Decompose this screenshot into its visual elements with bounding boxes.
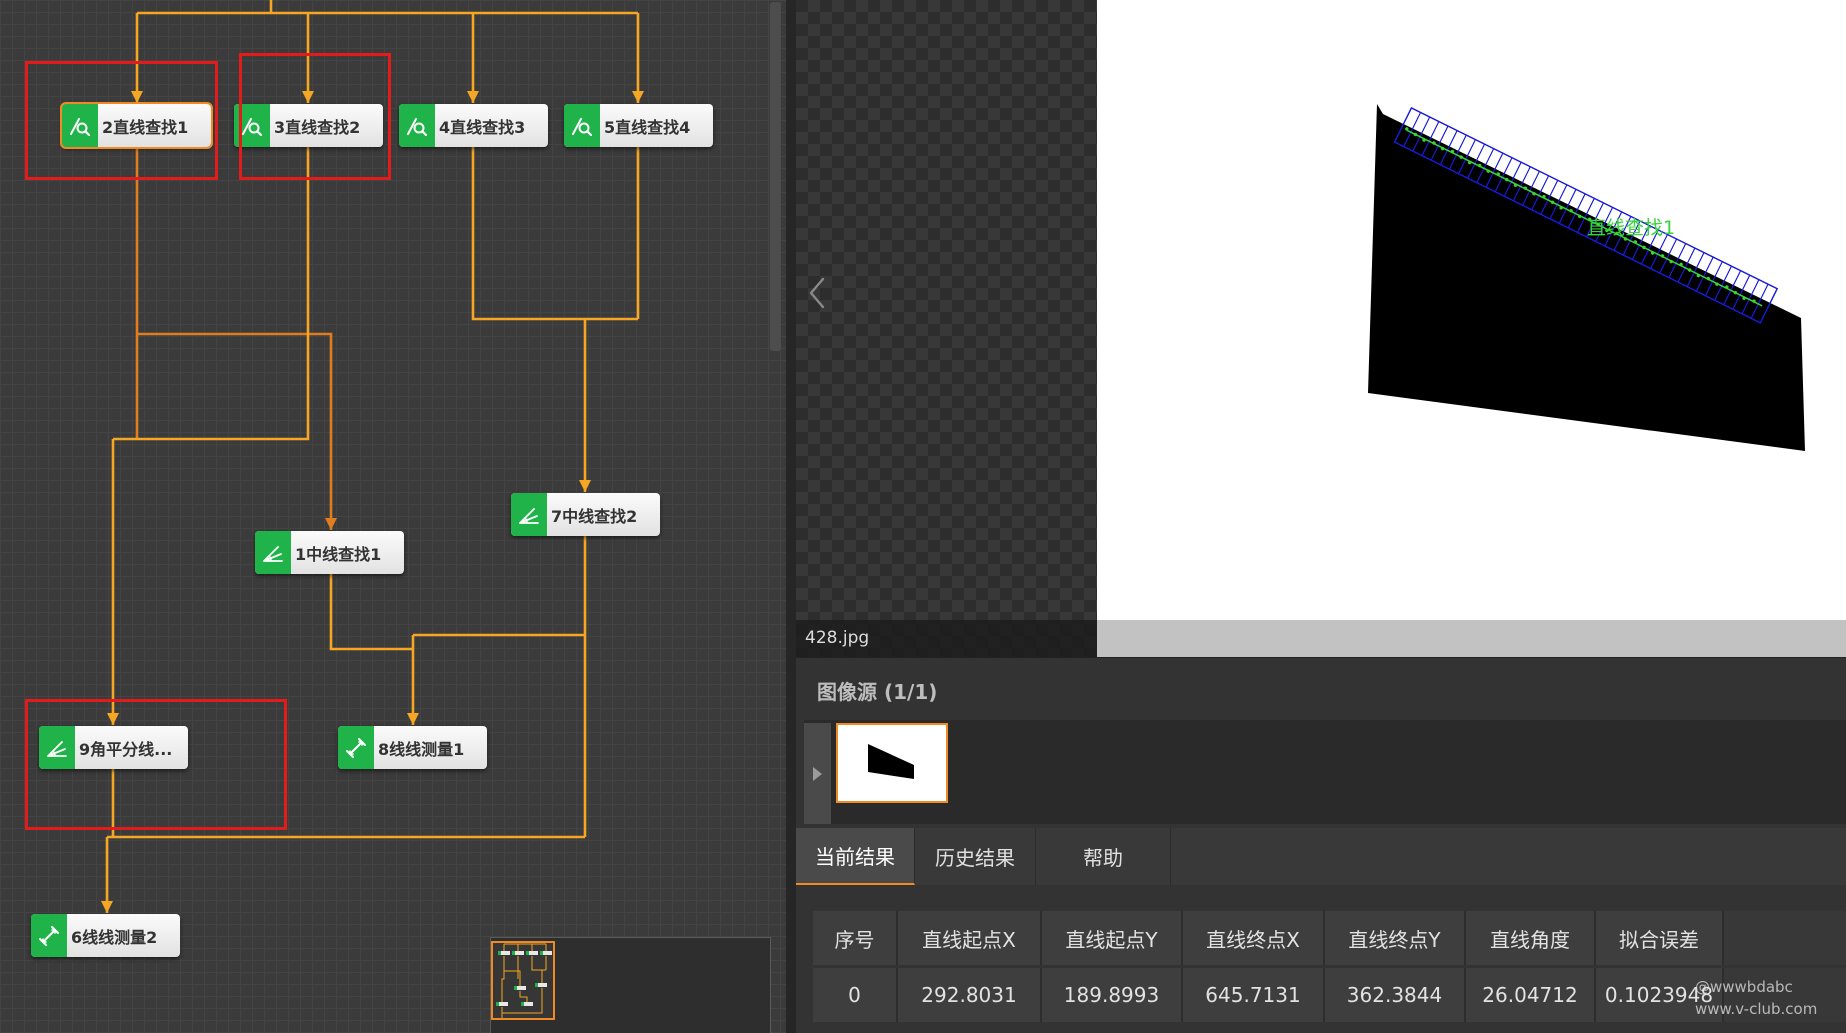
watermark-line-2: www.v-club.com — [1695, 1000, 1818, 1018]
table-cell: 362.3844 — [1325, 968, 1466, 1022]
angle-icon — [255, 531, 291, 574]
table-cell: 189.8993 — [1042, 968, 1183, 1022]
node-label: 5直线查找4 — [604, 117, 691, 137]
column-header[interactable]: 拟合误差 — [1596, 911, 1724, 965]
minimap-viewport[interactable] — [491, 941, 555, 1020]
node-label: 1中线查找1 — [295, 544, 382, 564]
image-canvas[interactable]: 直线查找1 — [1097, 0, 1846, 620]
minimap-preview — [496, 943, 552, 1018]
table-header-row: 序号 直线起点X 直线起点Y 直线终点X 直线终点Y 直线角度 拟合误差 — [813, 911, 1846, 965]
line-find-icon — [399, 104, 435, 147]
table-cell: 26.04712 — [1466, 968, 1596, 1022]
image-bottom-strip — [1097, 620, 1846, 657]
play-right-icon — [813, 767, 822, 781]
flow-canvas[interactable]: 2直线查找1 3直线查找2 4直线查找3 5直线查找4 7中线查找2 1中线查找… — [0, 0, 786, 1033]
node-label: 8线线测量1 — [378, 739, 465, 759]
measure-icon — [31, 914, 67, 957]
node-label: 7中线查找2 — [551, 506, 638, 526]
column-header[interactable]: 直线终点X — [1183, 911, 1325, 965]
table-cell: 0 — [813, 968, 898, 1022]
angle-icon — [511, 493, 547, 536]
flow-node-line-find-4[interactable]: 5直线查找4 — [564, 104, 713, 147]
flow-node-midline-find-1[interactable]: 1中线查找1 — [255, 531, 404, 574]
expand-strip-button[interactable] — [804, 723, 831, 824]
node-label: 4直线查找3 — [439, 117, 526, 137]
highlight-box — [25, 61, 218, 180]
flow-node-line-find-3[interactable]: 4直线查找3 — [399, 104, 548, 147]
tab-help[interactable]: 帮助 — [1036, 828, 1171, 885]
node-label: 6线线测量2 — [71, 927, 158, 947]
image-filename: 428.jpg — [796, 620, 1097, 657]
measure-icon — [338, 726, 374, 769]
tab-current-result[interactable]: 当前结果 — [796, 828, 915, 885]
image-viewer-background — [796, 0, 1097, 657]
column-header[interactable]: 直线起点X — [898, 911, 1042, 965]
highlight-box — [25, 699, 287, 830]
results-table: 序号 直线起点X 直线起点Y 直线终点X 直线终点Y 直线角度 拟合误差 0 2… — [813, 911, 1846, 1022]
flow-node-line-line-measure-1[interactable]: 8线线测量1 — [338, 726, 487, 769]
thumbnail-preview — [868, 744, 914, 779]
header-filler — [1724, 911, 1846, 965]
panel-splitter[interactable] — [786, 0, 796, 1033]
highlight-box — [239, 53, 391, 180]
image-source-title: 图像源 (1/1) — [817, 680, 938, 704]
watermark-line-1: @wwwbdabc — [1695, 978, 1793, 996]
line-find-icon — [564, 104, 600, 147]
vertical-scrollbar[interactable] — [770, 2, 781, 351]
flow-node-midline-find-2[interactable]: 7中线查找2 — [511, 493, 660, 536]
table-row[interactable]: 0 292.8031 189.8993 645.7131 362.3844 26… — [813, 968, 1846, 1022]
tab-history-result[interactable]: 历史结果 — [915, 828, 1036, 885]
flow-node-line-line-measure-2[interactable]: 6线线测量2 — [31, 914, 180, 957]
result-tabs: 当前结果 历史结果 帮助 — [796, 828, 1846, 885]
table-cell: 645.7131 — [1183, 968, 1325, 1022]
thumbnail-strip — [804, 720, 1846, 824]
column-header[interactable]: 直线终点Y — [1325, 911, 1466, 965]
column-header[interactable]: 直线角度 — [1466, 911, 1596, 965]
image-thumbnail[interactable] — [836, 723, 948, 803]
chevron-left-icon[interactable] — [806, 276, 828, 310]
overlay-label: 直线查找1 — [1587, 217, 1675, 239]
column-header[interactable]: 直线起点Y — [1042, 911, 1183, 965]
table-cell: 292.8031 — [898, 968, 1042, 1022]
column-header[interactable]: 序号 — [813, 911, 898, 965]
